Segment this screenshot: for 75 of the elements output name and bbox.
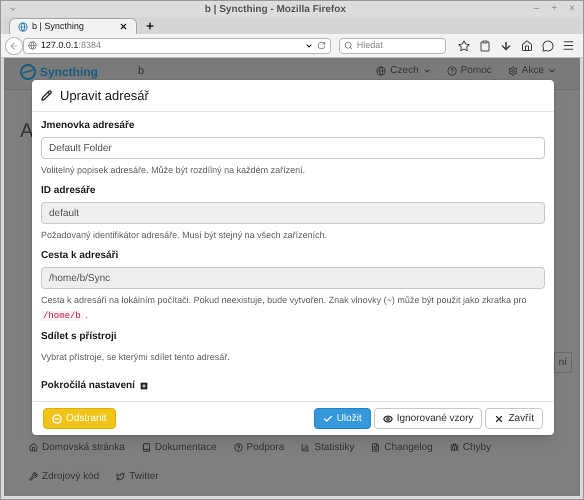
globe-icon xyxy=(376,66,386,76)
help-text: Vybrat přístroje, se kterými sdílet tento adresář. xyxy=(41,351,231,364)
site-info-icon xyxy=(28,41,37,50)
maximize-button[interactable]: + xyxy=(551,4,558,14)
window-title: b | Syncthing - Mozilla Firefox xyxy=(204,2,347,16)
home-icon[interactable] xyxy=(521,40,534,52)
field-label: Cesta k adresáři xyxy=(41,250,120,262)
footer-link[interactable]: Zdrojový kód xyxy=(29,469,100,484)
browser-tab[interactable]: b | Syncthing xyxy=(9,18,137,34)
logo-icon xyxy=(20,64,36,80)
help-icon xyxy=(234,443,243,452)
search-icon xyxy=(344,41,353,50)
caret-icon xyxy=(548,66,556,74)
save-button[interactable]: Uložit xyxy=(314,408,371,429)
brand-name[interactable]: Syncthing xyxy=(40,63,98,81)
advanced-settings-label[interactable]: Pokročilá nastavení xyxy=(41,378,135,393)
favicon-icon xyxy=(18,22,28,32)
back-arrow-icon xyxy=(8,40,19,50)
text-field[interactable]: Default Folder xyxy=(41,137,545,159)
navbar-menu-item[interactable]: Pomoc xyxy=(446,63,492,78)
footer-link[interactable]: Dokumentace xyxy=(142,440,217,455)
search-field[interactable]: Hledat xyxy=(338,38,446,54)
device-name: b xyxy=(138,64,144,79)
minus-circle-icon xyxy=(52,414,62,424)
document-icon xyxy=(371,443,380,452)
download-icon[interactable] xyxy=(500,40,512,52)
bookmark-star-icon[interactable] xyxy=(458,40,470,52)
help-text: Cesta k adresáři na lokálním počítači. Pokud neexistuje, bude vytvořen. Znak vlnovky (~) může být použit jako zkratka pro /home/b . xyxy=(41,294,528,323)
chat-icon[interactable] xyxy=(542,40,554,52)
url-text: 127.0.0.1:8384 xyxy=(40,38,102,52)
field-label: ID adresáře xyxy=(41,185,96,197)
bird-icon xyxy=(116,472,126,481)
footer-link[interactable]: Podpora xyxy=(234,440,284,455)
navbar-menu-item[interactable]: Czech xyxy=(376,63,431,78)
close-button[interactable]: Zavřít xyxy=(485,408,543,429)
pencil-icon xyxy=(41,90,52,101)
caret-icon xyxy=(422,66,431,74)
check-icon xyxy=(322,414,333,424)
page-heading: A xyxy=(20,119,34,144)
window-menu-icon[interactable] xyxy=(9,5,17,13)
expand-icon[interactable] xyxy=(138,380,149,390)
dialog-title: Upravit adresář xyxy=(60,86,149,105)
menu-icon[interactable] xyxy=(562,39,575,52)
address-bar[interactable]: 127.0.0.1:8384 xyxy=(22,38,331,54)
eye-icon xyxy=(382,414,393,424)
footer-link[interactable]: Changelog xyxy=(371,440,433,455)
bar-chart-icon xyxy=(301,443,310,452)
dropdown-icon[interactable] xyxy=(304,42,313,50)
wrench-icon xyxy=(29,472,38,481)
footer-link[interactable]: Statistiky xyxy=(301,440,354,455)
ignore-patterns-button[interactable]: Ignorované vzory xyxy=(374,408,482,429)
navbar-menu-item[interactable]: Akce xyxy=(508,63,556,78)
footer-link[interactable]: Domovská stránka xyxy=(29,440,125,455)
footer-link[interactable]: Chyby xyxy=(450,440,492,455)
reload-icon[interactable] xyxy=(316,41,326,50)
field-label: Jmenovka adresáře xyxy=(41,120,136,132)
tab-title: b | Syncthing xyxy=(32,20,85,33)
help-text: Požadovaný identifikátor adresáře. Musí být stejný na všech zařízeních. xyxy=(41,229,328,242)
gear-icon xyxy=(508,66,518,76)
minimize-button[interactable]: – xyxy=(534,4,540,14)
close-tab-icon[interactable] xyxy=(119,22,128,31)
remove-button[interactable]: Odstranit xyxy=(43,408,116,429)
field-label: Sdílet s přístroji xyxy=(41,331,118,343)
book-icon xyxy=(142,443,151,452)
help-text: Volitelný popisek adresáře. Může být rozdílný na každém zařízení. xyxy=(41,164,306,177)
bug-icon xyxy=(450,443,459,452)
home-icon xyxy=(29,443,38,452)
close-icon xyxy=(494,414,504,424)
help-icon xyxy=(446,66,457,76)
search-placeholder: Hledat xyxy=(356,38,383,52)
clipboard-icon[interactable] xyxy=(479,40,492,52)
footer-link[interactable]: Twitter xyxy=(116,469,159,484)
new-tab-icon[interactable] xyxy=(145,21,155,31)
close-button[interactable]: × xyxy=(569,4,575,14)
page-button[interactable]: ní xyxy=(554,352,572,373)
